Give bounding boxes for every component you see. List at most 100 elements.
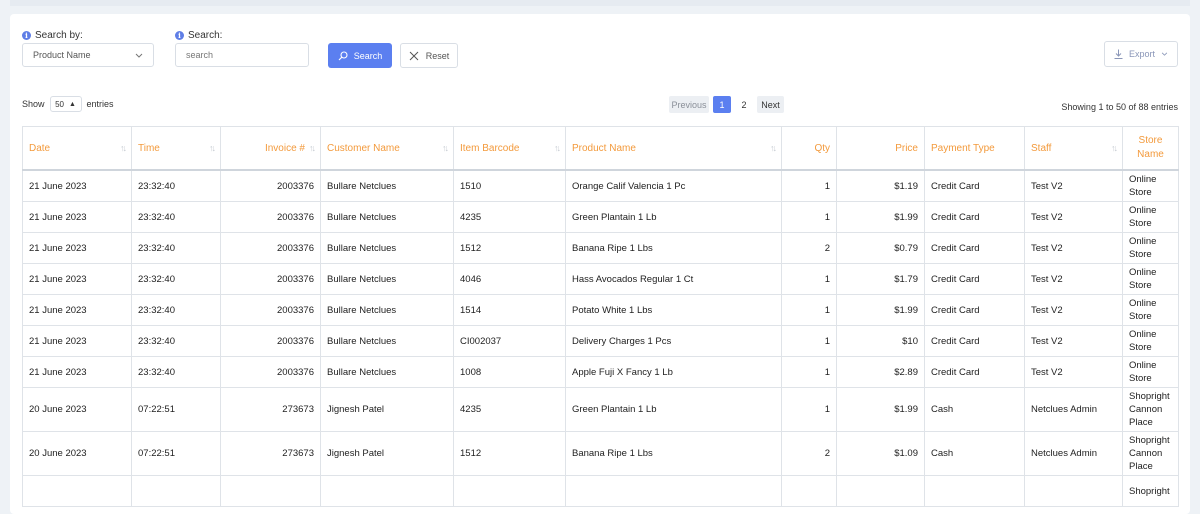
cell-barcode: 1512	[453, 431, 566, 476]
cell-date: 20 June 2023	[22, 387, 132, 432]
cell-payment: Cash	[924, 387, 1025, 432]
table-row[interactable]: 21 June 2023 23:32:40 2003376 Bullare Netcl…	[22, 201, 1179, 233]
export-button[interactable]: Export	[1104, 41, 1178, 67]
cell-payment: Credit Card	[924, 232, 1025, 264]
pagination-page-1[interactable]: 1	[713, 96, 731, 113]
cell-staff: Test V2	[1024, 325, 1123, 357]
info-icon: i	[22, 30, 31, 40]
cell-product: Apple Fuji X Fancy 1 Lb	[565, 356, 782, 388]
cell-staff: Test V2	[1024, 169, 1123, 202]
cell-staff	[1024, 475, 1123, 507]
col-header-price[interactable]: Price	[836, 126, 925, 171]
search-input[interactable]	[175, 43, 309, 67]
cell-date	[22, 475, 132, 507]
cell-invoice: 2003376	[220, 325, 321, 357]
search-label: i Search:	[175, 28, 222, 42]
sort-icon: ↑↓	[209, 143, 216, 153]
col-header-product[interactable]: Product Name ↑↓	[565, 126, 782, 171]
cell-store: Online Store	[1122, 201, 1179, 233]
cell-time: 07:22:51	[131, 387, 221, 432]
table-row[interactable]: 21 June 2023 23:32:40 2003376 Bullare Netcl…	[22, 169, 1179, 202]
cell-date: 21 June 2023	[22, 232, 132, 264]
cell-customer: Jignesh Patel	[320, 431, 454, 476]
table-row[interactable]: 21 June 2023 23:32:40 2003376 Bullare Netcl…	[22, 325, 1179, 357]
cell-qty: 2	[781, 232, 837, 264]
sales-table: Date ↑↓ Time ↑↓ Invoice # ↑↓ Customer Name ↑…	[22, 126, 1179, 507]
cell-store: Online Store	[1122, 356, 1179, 388]
pagination-page-2[interactable]: 2	[735, 96, 753, 113]
cell-customer: Bullare Netclues	[320, 263, 454, 295]
cell-qty: 1	[781, 201, 837, 233]
cell-product: Potato White 1 Lbs	[565, 294, 782, 326]
cell-time: 23:32:40	[131, 169, 221, 202]
pagination-next[interactable]: Next	[757, 96, 784, 113]
sort-icon: ↑↓	[770, 143, 777, 153]
pagination-previous[interactable]: Previous	[669, 96, 709, 113]
search-by-select[interactable]: Product Name	[22, 43, 154, 67]
cell-barcode	[453, 475, 566, 507]
cell-product: Orange Calif Valencia 1 Pc	[565, 169, 782, 202]
col-header-date[interactable]: Date ↑↓	[22, 126, 132, 171]
col-header-staff[interactable]: Staff ↑↓	[1024, 126, 1123, 171]
col-header-time[interactable]: Time ↑↓	[131, 126, 221, 171]
cell-payment: Credit Card	[924, 294, 1025, 326]
table-row[interactable]: 20 June 2023 07:22:51 273673 Jignesh Patel 1…	[22, 431, 1179, 476]
cell-barcode: 4046	[453, 263, 566, 295]
table-row[interactable]: 21 June 2023 23:32:40 2003376 Bullare Netcl…	[22, 356, 1179, 388]
search-group: i Search:	[175, 28, 222, 42]
cell-price: $1.19	[836, 169, 925, 202]
search-by-group: i Search by:	[22, 28, 83, 42]
entries-length: Show 50 ▲︎ entries	[22, 96, 114, 112]
col-header-store[interactable]: Store Name	[1122, 126, 1179, 171]
cell-date: 21 June 2023	[22, 325, 132, 357]
sort-updown-icon: ▲︎	[69, 100, 76, 108]
col-header-payment[interactable]: Payment Type	[924, 126, 1025, 171]
cell-invoice: 2003376	[220, 201, 321, 233]
cell-product: Green Plantain 1 Lb	[565, 387, 782, 432]
cell-date: 20 June 2023	[22, 431, 132, 476]
cell-store: Online Store	[1122, 169, 1179, 202]
cell-staff: Netclues Admin	[1024, 431, 1123, 476]
cell-barcode: 4235	[453, 201, 566, 233]
table-row[interactable]: 21 June 2023 23:32:40 2003376 Bullare Netcl…	[22, 294, 1179, 326]
table-header-row: Date ↑↓ Time ↑↓ Invoice # ↑↓ Customer Name ↑…	[22, 126, 1179, 171]
search-by-label: i Search by:	[22, 28, 83, 42]
cell-product: Green Plantain 1 Lb	[565, 201, 782, 233]
search-button[interactable]: Search	[328, 43, 392, 68]
cell-qty: 1	[781, 263, 837, 295]
col-header-invoice[interactable]: Invoice # ↑↓	[220, 126, 321, 171]
report-card: i Search by: Product Name i Search: Sear…	[10, 14, 1190, 514]
col-header-qty[interactable]: Qty	[781, 126, 837, 171]
cell-product	[565, 475, 782, 507]
cell-store: Online Store	[1122, 325, 1179, 357]
cell-invoice	[220, 475, 321, 507]
cell-product: Banana Ripe 1 Lbs	[565, 431, 782, 476]
cell-payment: Cash	[924, 431, 1025, 476]
cell-customer: Bullare Netclues	[320, 201, 454, 233]
col-header-barcode[interactable]: Item Barcode ↑↓	[453, 126, 566, 171]
cell-qty: 1	[781, 294, 837, 326]
entries-length-select[interactable]: 50 ▲︎	[49, 96, 82, 112]
cell-staff: Test V2	[1024, 263, 1123, 295]
table-row[interactable]: 21 June 2023 23:32:40 2003376 Bullare Netcl…	[22, 232, 1179, 264]
table-row[interactable]: 21 June 2023 23:32:40 2003376 Bullare Netcl…	[22, 263, 1179, 295]
cell-store: Shopright Cannon Place	[1122, 431, 1179, 476]
cell-date: 21 June 2023	[22, 294, 132, 326]
chevron-down-icon	[1161, 52, 1168, 56]
cell-invoice: 2003376	[220, 294, 321, 326]
cell-time	[131, 475, 221, 507]
reset-button[interactable]: Reset	[400, 43, 458, 68]
cell-date: 21 June 2023	[22, 263, 132, 295]
cell-price: $2.89	[836, 356, 925, 388]
download-icon	[1114, 49, 1123, 59]
cell-barcode: 4235	[453, 387, 566, 432]
table-row[interactable]: Shopright	[22, 475, 1179, 507]
cell-customer: Bullare Netclues	[320, 356, 454, 388]
table-row[interactable]: 20 June 2023 07:22:51 273673 Jignesh Patel 4…	[22, 387, 1179, 432]
cell-store: Online Store	[1122, 294, 1179, 326]
col-header-customer[interactable]: Customer Name ↑↓	[320, 126, 454, 171]
cell-invoice: 2003376	[220, 232, 321, 264]
table-body: 21 June 2023 23:32:40 2003376 Bullare Netcl…	[22, 169, 1179, 507]
cell-price: $0.79	[836, 232, 925, 264]
cell-time: 23:32:40	[131, 232, 221, 264]
